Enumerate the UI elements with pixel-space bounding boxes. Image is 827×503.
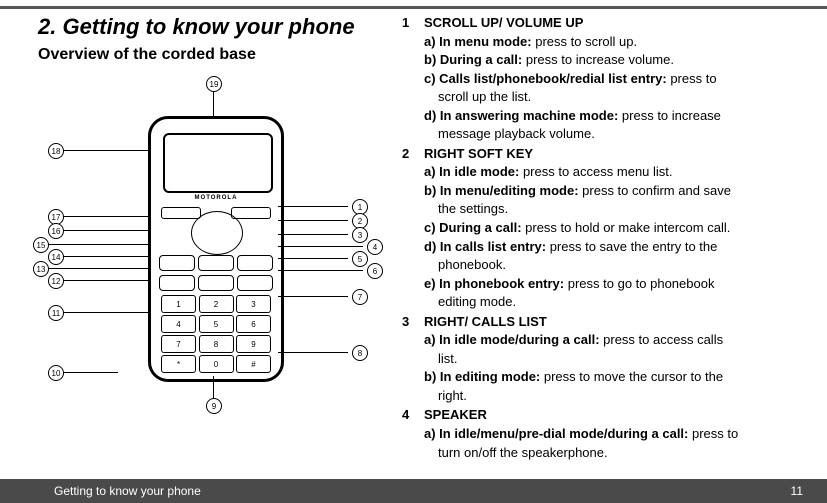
leader-line [48,244,148,245]
item-sub: b) In menu/editing mode: press to confir… [424,182,805,200]
item-number: 4 [402,406,424,462]
func-row-1 [159,255,273,273]
item-sub: a) In idle/menu/pre-dial mode/during a c… [424,425,805,443]
leader-line [62,312,148,313]
item-sub-cont: editing mode. [424,293,805,311]
item-sub: a) In idle mode/during a call: press to … [424,331,805,349]
callout-13: 13 [33,261,49,277]
nav-pad [191,211,243,255]
item-sub: c) Calls list/phonebook/redial list entr… [424,70,805,88]
leader-line [62,230,148,231]
item-number: 2 [402,145,424,312]
keypad: 123 456 789 *0# [161,295,271,375]
left-column: 2. Getting to know your phone Overview o… [38,14,388,465]
item-sub-cont: the settings. [424,200,805,218]
leader-line [278,246,363,247]
leader-line [62,372,118,373]
right-softkey [231,207,271,219]
item-sub: b) In editing mode: press to move the cu… [424,368,805,386]
item-sub-cont: turn on/off the speakerphone. [424,444,805,462]
callout-10: 10 [48,365,64,381]
callout-18: 18 [48,143,64,159]
callout-14: 14 [48,249,64,265]
callout-11: 11 [48,305,64,321]
section-title: Overview of the corded base [38,46,388,64]
item-row: 1SCROLL UP/ VOLUME UPa) In menu mode: pr… [402,14,805,144]
leader-line [48,268,148,269]
left-softkey [161,207,201,219]
callout-7: 7 [352,289,368,305]
leader-line [278,258,348,259]
leader-line [62,280,148,281]
phone-screen [163,133,273,193]
item-body: RIGHT SOFT KEYa) In idle mode: press to … [424,145,805,312]
item-sub: a) In menu mode: press to scroll up. [424,33,805,51]
top-bar [0,6,827,9]
item-title: RIGHT/ CALLS LIST [424,313,805,331]
callout-19: 19 [206,76,222,92]
chapter-title: 2. Getting to know your phone [38,14,388,40]
callout-12: 12 [48,273,64,289]
page-footer: Getting to know your phone 11 [0,479,827,503]
content-area: 2. Getting to know your phone Overview o… [38,14,805,465]
item-sub: a) In idle mode: press to access menu li… [424,163,805,181]
leader-line [278,270,363,271]
item-body: SCROLL UP/ VOLUME UPa) In menu mode: pre… [424,14,805,144]
leader-line [62,216,148,217]
phone-diagram: MOTOROLA 123 456 789 *0# [38,76,378,416]
page-root: 2. Getting to know your phone Overview o… [0,0,827,503]
callout-8: 8 [352,345,368,361]
callout-5: 5 [352,251,368,267]
item-sub-cont: phonebook. [424,256,805,274]
item-title: RIGHT SOFT KEY [424,145,805,163]
footer-section: Getting to know your phone [54,484,201,498]
leader-line [62,150,148,151]
leader-line [278,220,348,221]
callout-3: 3 [352,227,368,243]
item-row: 2RIGHT SOFT KEYa) In idle mode: press to… [402,145,805,312]
item-body: SPEAKERa) In idle/menu/pre-dial mode/dur… [424,406,805,462]
footer-page-number: 11 [791,484,803,498]
callout-15: 15 [33,237,49,253]
brand-label: MOTOROLA [151,195,281,201]
callout-9: 9 [206,398,222,414]
item-sub: e) In phonebook entry: press to go to ph… [424,275,805,293]
item-sub-cont: scroll up the list. [424,88,805,106]
item-sub: b) During a call: press to increase volu… [424,51,805,69]
item-sub: d) In answering machine mode: press to i… [424,107,805,125]
item-row: 4SPEAKERa) In idle/menu/pre-dial mode/du… [402,406,805,462]
item-number: 1 [402,14,424,144]
item-number: 3 [402,313,424,406]
item-sub-cont: right. [424,387,805,405]
leader-line [62,256,148,257]
item-sub-cont: list. [424,350,805,368]
item-sub: c) During a call: press to hold or make … [424,219,805,237]
phone-body: MOTOROLA 123 456 789 *0# [148,116,284,382]
item-sub: d) In calls list entry: press to save th… [424,238,805,256]
callout-16: 16 [48,223,64,239]
leader-line [213,376,214,398]
callout-4: 4 [367,239,383,255]
func-row-2 [159,275,273,293]
leader-line [278,206,348,207]
item-row: 3RIGHT/ CALLS LISTa) In idle mode/during… [402,313,805,406]
leader-line [278,296,348,297]
callout-6: 6 [367,263,383,279]
item-title: SPEAKER [424,406,805,424]
leader-line [278,234,348,235]
item-sub-cont: message playback volume. [424,125,805,143]
item-title: SCROLL UP/ VOLUME UP [424,14,805,32]
right-column: 1SCROLL UP/ VOLUME UPa) In menu mode: pr… [388,14,805,465]
item-body: RIGHT/ CALLS LISTa) In idle mode/during … [424,313,805,406]
leader-line [278,352,348,353]
